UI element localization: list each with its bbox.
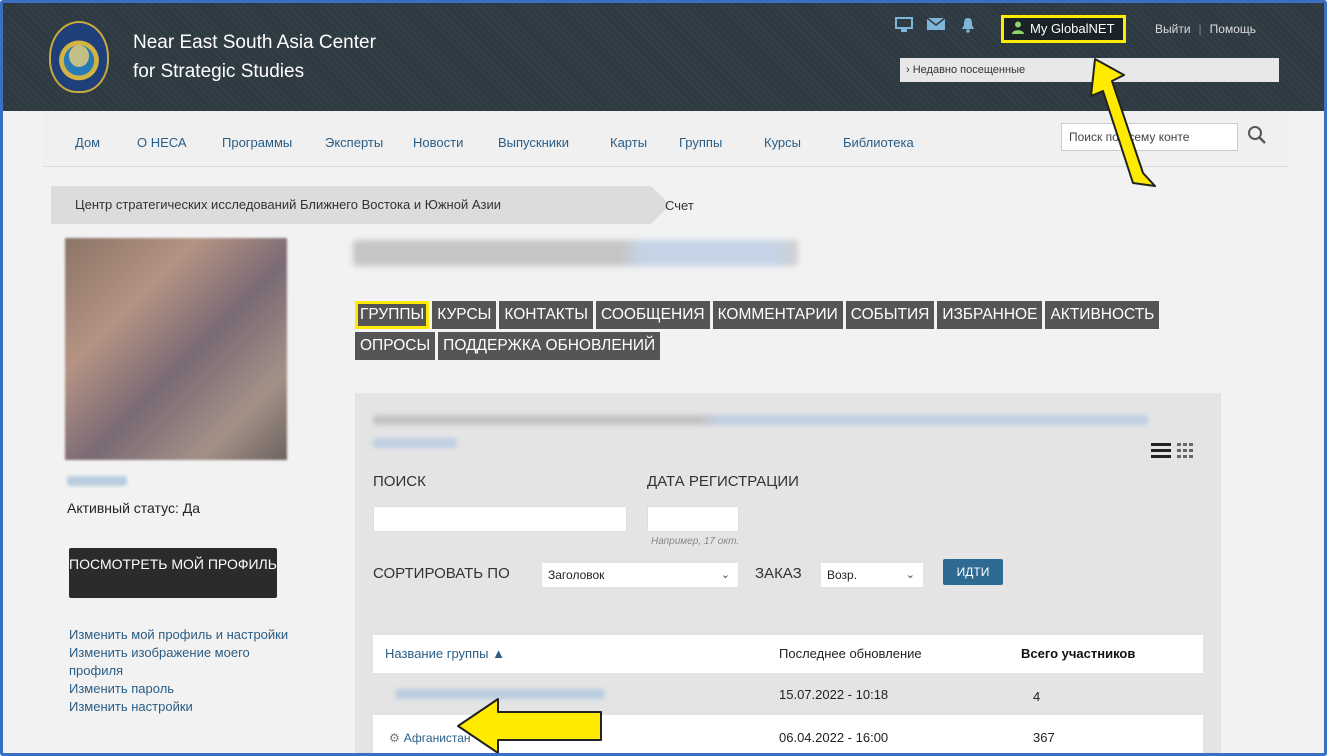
col-total-members: Всего участников: [1021, 646, 1136, 661]
breadcrumb: Центр стратегических исследований Ближне…: [51, 186, 670, 224]
row-members: 367: [1033, 730, 1055, 745]
date-hint: Например, 17 окт.: [651, 536, 740, 547]
sort-select[interactable]: Заголовок ⌄: [542, 563, 738, 587]
nav-item-alumni[interactable]: Выпускники: [498, 135, 569, 150]
my-globalnet-label: My GlobalNET: [1030, 21, 1115, 36]
profile-title-blurred: [353, 240, 798, 266]
chevron-down-icon: ⌄: [720, 569, 730, 581]
sort-select-value: Заголовок: [548, 568, 605, 582]
registration-date-label: ДАТА РЕГИСТРАЦИИ: [647, 473, 799, 490]
view-profile-button[interactable]: ПОСМОТРЕТЬ МОЙ ПРОФИЛЬ: [69, 548, 277, 598]
change-settings-link[interactable]: Изменить настройки: [69, 698, 299, 716]
breadcrumb-parent[interactable]: Центр стратегических исследований Ближне…: [75, 197, 501, 212]
tab-support-updates[interactable]: ПОДДЕРЖКА ОБНОВЛЕНИЙ: [438, 332, 661, 360]
tab-favorites[interactable]: ИЗБРАННОЕ: [937, 301, 1043, 329]
mail-icon[interactable]: [926, 17, 946, 35]
nav-item-programs[interactable]: Программы: [222, 135, 292, 150]
browser-frame: Near East South Asia Center for Strategi…: [0, 0, 1327, 756]
logout-link[interactable]: Выйти: [1155, 22, 1191, 36]
user-icon: [1012, 18, 1024, 40]
tab-events[interactable]: СОБЫТИЯ: [845, 301, 935, 329]
nav-item-about[interactable]: О НЕСА: [137, 135, 187, 150]
help-link[interactable]: Помощь: [1210, 22, 1256, 36]
user-name-blurred[interactable]: [67, 476, 127, 486]
nav-item-experts[interactable]: Эксперты: [325, 135, 383, 150]
org-name-line1: Near East South Asia Center: [133, 32, 376, 53]
search-icon[interactable]: [1247, 125, 1267, 151]
nav-item-maps[interactable]: Карты: [610, 135, 647, 150]
monitor-icon[interactable]: [894, 17, 914, 35]
my-globalnet-link[interactable]: My GlobalNET: [1001, 15, 1126, 43]
breadcrumb-current: Счет: [665, 198, 694, 213]
edit-profile-link[interactable]: Изменить мой профиль и настройки: [69, 626, 299, 644]
main-nav: Дом О НЕСА Программы Эксперты Новости Вы…: [43, 111, 1288, 167]
table-row: 15.07.2022 - 10:18 4: [373, 673, 1203, 715]
order-label: ЗАКАЗ: [755, 565, 802, 582]
header-icons: [894, 17, 978, 35]
tab-polls[interactable]: ОПРОСЫ: [355, 332, 436, 360]
chevron-right-icon: ›: [906, 64, 910, 76]
link-separator: |: [1198, 22, 1202, 36]
gear-icon: ⚙: [389, 731, 400, 745]
bell-icon[interactable]: [958, 17, 978, 35]
tab-groups[interactable]: ГРУППЫ: [355, 301, 430, 329]
nav-item-news[interactable]: Новости: [413, 135, 463, 150]
nav-item-home[interactable]: Дом: [75, 135, 100, 150]
table-header: Название группы ▲ Последнее обновление В…: [373, 635, 1203, 673]
tab-comments[interactable]: КОММЕНТАРИИ: [712, 301, 843, 329]
search-label: ПОИСК: [373, 473, 426, 490]
nav-item-groups[interactable]: Группы: [679, 135, 722, 150]
order-select-value: Возр.: [827, 568, 858, 582]
col-last-updated: Последнее обновление: [779, 646, 922, 661]
active-status: Активный статус: Да: [67, 500, 200, 516]
avatar: [65, 238, 287, 460]
profile-tabs: ГРУППЫ КУРСЫ КОНТАКТЫ СООБЩЕНИЯ КОММЕНТА…: [355, 301, 1215, 360]
sort-label: СОРТИРОВАТЬ ПО: [373, 565, 510, 582]
org-name-line2: for Strategic Studies: [133, 61, 305, 82]
col-group-name[interactable]: Название группы ▲: [385, 646, 505, 661]
order-select[interactable]: Возр. ⌄: [821, 563, 923, 587]
groups-panel: ПОИСК ДАТА РЕГИСТРАЦИИ Например, 17 окт.…: [355, 393, 1221, 753]
group-link-afghanistan[interactable]: ⚙ Афганистан: [389, 731, 471, 745]
nav-item-courses[interactable]: Курсы: [764, 135, 801, 150]
profile-links: Изменить мой профиль и настройки Изменит…: [69, 626, 299, 716]
group-note-blurred: [373, 415, 1148, 425]
tab-messages[interactable]: СООБЩЕНИЯ: [596, 301, 710, 329]
recently-visited-dropdown[interactable]: › Недавно посещенные: [900, 58, 1279, 82]
search-input[interactable]: [373, 506, 627, 532]
view-toggle-icon[interactable]: [1151, 441, 1199, 464]
top-links: Выйти | Помощь: [1155, 22, 1256, 36]
site-header: Near East South Asia Center for Strategi…: [3, 3, 1324, 111]
row-members: 4: [1033, 689, 1041, 704]
org-name[interactable]: Near East South Asia Center for Strategi…: [133, 28, 376, 86]
tab-contacts[interactable]: КОНТАКТЫ: [499, 301, 594, 329]
group-note-blurred-2: [373, 438, 457, 448]
row-updated: 06.04.2022 - 16:00: [779, 730, 889, 745]
change-password-link[interactable]: Изменить пароль: [69, 680, 299, 698]
group-name: Афганистан: [403, 731, 471, 745]
nesa-logo-icon[interactable]: [49, 21, 109, 93]
tab-activity[interactable]: АКТИВНОСТЬ: [1045, 301, 1160, 329]
group-link-blurred[interactable]: [395, 689, 605, 699]
tab-courses[interactable]: КУРСЫ: [432, 301, 497, 329]
nav-item-library[interactable]: Библиотека: [843, 135, 914, 150]
chevron-down-icon: ⌄: [905, 569, 915, 581]
registration-date-input[interactable]: [647, 506, 739, 532]
recently-visited-label: Недавно посещенные: [912, 64, 1026, 76]
edit-profile-image-link[interactable]: Изменить изображение моего профиля: [69, 644, 299, 680]
table-row: ⚙ Афганистан 06.04.2022 - 16:00 367: [373, 715, 1203, 753]
row-updated: 15.07.2022 - 10:18: [779, 687, 889, 702]
site-search-input[interactable]: Поиск по всему конте: [1061, 123, 1238, 151]
go-button[interactable]: ИДТИ: [943, 559, 1003, 585]
